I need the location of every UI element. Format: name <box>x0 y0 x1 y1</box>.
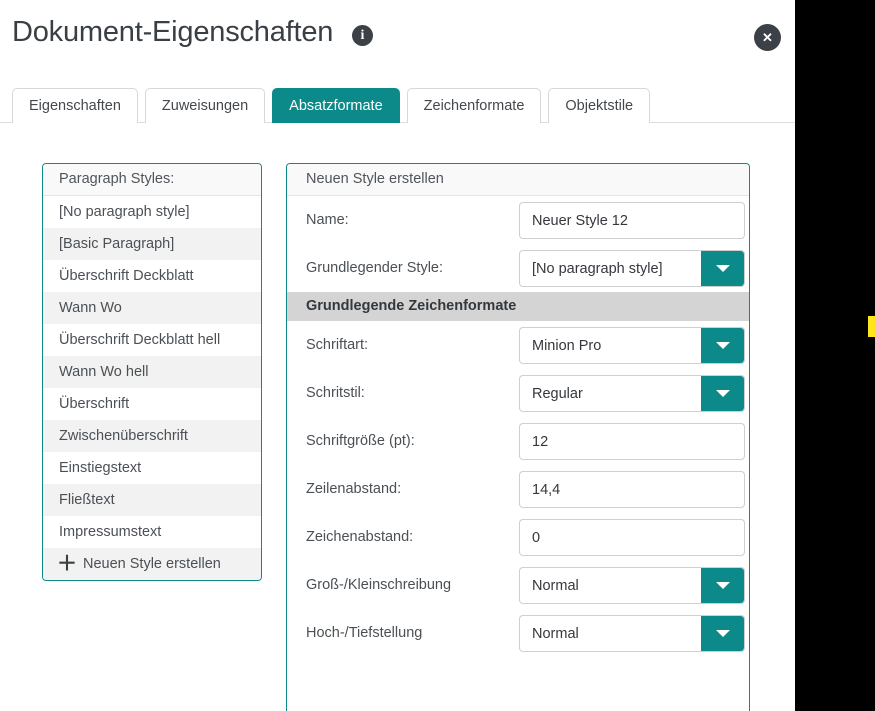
plus-icon: ＋ <box>57 553 77 575</box>
style-basic-fields: Name: Neuer Style 12 Grundlegender Style: [… <box>287 196 749 292</box>
paragraph-style-list: [No paragraph style] [Basic Paragraph] Übe… <box>43 196 261 548</box>
field-value: [No paragraph style] <box>532 260 663 277</box>
form-row: Groß-/Kleinschreibung Normal <box>287 561 749 609</box>
form-row: Schritstil: Regular <box>287 369 749 417</box>
field-value: 12 <box>532 433 549 450</box>
caret-glyph <box>715 342 730 349</box>
list-item[interactable]: Überschrift Deckblatt <box>43 260 261 292</box>
tab-label: Zuweisungen <box>161 98 249 114</box>
field-label: Name: <box>306 212 349 228</box>
caret-glyph <box>715 582 730 589</box>
list-item[interactable]: Wann Wo <box>43 292 261 324</box>
close-button[interactable]: ✕ <box>754 24 781 51</box>
form-row: Schriftgröße (pt): 12 <box>287 417 749 465</box>
tabs-container: Eigenschaften Zuweisungen Absatzformate Zei… <box>12 88 651 123</box>
field-label: Zeichenabstand: <box>306 529 414 545</box>
list-item[interactable]: Zwischenüberschrift <box>43 420 261 452</box>
create-new-style-label: Neuen Style erstellen <box>83 556 221 572</box>
select-field[interactable]: Regular <box>519 375 745 412</box>
tab-strip: Eigenschaften Zuweisungen Absatzformate Zei… <box>0 77 795 123</box>
form-row: Schriftart: Minion Pro <box>287 321 749 369</box>
field-label: Schriftart: <box>306 337 369 353</box>
form-row: Zeilenabstand: 14,4 <box>287 465 749 513</box>
tab-eigenschaften[interactable]: Eigenschaften <box>12 88 138 123</box>
list-item[interactable]: [No paragraph style] <box>43 196 261 228</box>
chevron-down-icon[interactable] <box>701 568 744 603</box>
list-item[interactable]: Wann Wo hell <box>43 356 261 388</box>
select-field[interactable]: Normal <box>519 567 745 604</box>
tab-label: Zeichenformate <box>423 98 525 114</box>
form-row: Name: Neuer Style 12 <box>287 196 749 244</box>
style-character-fields: Schriftart: Minion Pro Schritstil: Regular S… <box>287 321 749 657</box>
chevron-down-icon[interactable] <box>701 616 744 651</box>
dialog-content: Paragraph Styles: [No paragraph style] [B… <box>0 123 795 711</box>
select-field[interactable]: [No paragraph style] <box>519 250 745 287</box>
tab-zuweisungen[interactable]: Zuweisungen <box>144 88 266 123</box>
edge-marker <box>868 316 875 337</box>
select-field[interactable]: Minion Pro <box>519 327 745 364</box>
application-surface: Dokument-Eigenschaften i ✕ Eigenschaften… <box>0 0 795 711</box>
chevron-down-icon[interactable] <box>701 251 744 286</box>
field-value: Normal <box>532 625 579 642</box>
field-label: Hoch-/Tiefstellung <box>306 625 423 641</box>
chevron-down-icon[interactable] <box>701 376 744 411</box>
list-item[interactable]: Überschrift Deckblatt hell <box>43 324 261 356</box>
text-input[interactable]: 12 <box>519 423 745 460</box>
close-icon: ✕ <box>762 30 773 45</box>
list-item[interactable]: Impressumstext <box>43 516 261 548</box>
list-item[interactable]: Überschrift <box>43 388 261 420</box>
list-item[interactable]: [Basic Paragraph] <box>43 228 261 260</box>
style-editor-panel: Neuen Style erstellen Name: Neuer Style 1… <box>286 163 750 711</box>
form-row: Zeichenabstand: 0 <box>287 513 749 561</box>
dialog-titlebar: Dokument-Eigenschaften i ✕ <box>0 0 795 77</box>
tab-label: Objektstile <box>565 98 634 114</box>
select-field[interactable]: Normal <box>519 615 745 652</box>
style-editor-header: Neuen Style erstellen <box>287 164 749 196</box>
field-label: Zeilenabstand: <box>306 481 402 497</box>
tab-absatzformate[interactable]: Absatzformate <box>272 88 400 123</box>
field-value: 14,4 <box>532 481 561 498</box>
form-row: Grundlegender Style: [No paragraph style] <box>287 244 749 292</box>
chevron-down-icon[interactable] <box>701 328 744 363</box>
field-value: Neuer Style 12 <box>532 212 628 229</box>
list-item[interactable]: Einstiegstext <box>43 452 261 484</box>
caret-glyph <box>715 630 730 637</box>
field-value: Normal <box>532 577 579 594</box>
paragraph-style-list-panel: Paragraph Styles: [No paragraph style] [B… <box>42 163 262 581</box>
field-label: Groß-/Kleinschreibung <box>306 577 452 593</box>
create-new-style-button[interactable]: ＋ Neuen Style erstellen <box>43 548 261 580</box>
page-title: Dokument-Eigenschaften <box>12 16 334 48</box>
list-item[interactable]: Fließtext <box>43 484 261 516</box>
form-row: Hoch-/Tiefstellung Normal <box>287 609 749 657</box>
caret-glyph <box>715 390 730 397</box>
text-input[interactable]: 14,4 <box>519 471 745 508</box>
text-input[interactable]: Neuer Style 12 <box>519 202 745 239</box>
field-label: Schriftgröße (pt): <box>306 433 415 449</box>
tab-zeichenformate[interactable]: Zeichenformate <box>406 88 542 123</box>
section-header-character-formats: Grundlegende Zeichenformate <box>287 292 749 321</box>
field-label: Grundlegender Style: <box>306 260 444 276</box>
caret-glyph <box>715 265 730 272</box>
info-icon[interactable]: i <box>352 25 373 46</box>
field-value: 0 <box>532 529 541 546</box>
field-value: Regular <box>532 385 583 402</box>
paragraph-style-list-header: Paragraph Styles: <box>43 164 261 196</box>
text-input[interactable]: 0 <box>519 519 745 556</box>
field-label: Schritstil: <box>306 385 365 401</box>
tab-objektstile[interactable]: Objektstile <box>548 88 651 123</box>
field-value: Minion Pro <box>532 337 602 354</box>
tab-label: Eigenschaften <box>29 98 121 114</box>
tab-label: Absatzformate <box>289 98 383 114</box>
